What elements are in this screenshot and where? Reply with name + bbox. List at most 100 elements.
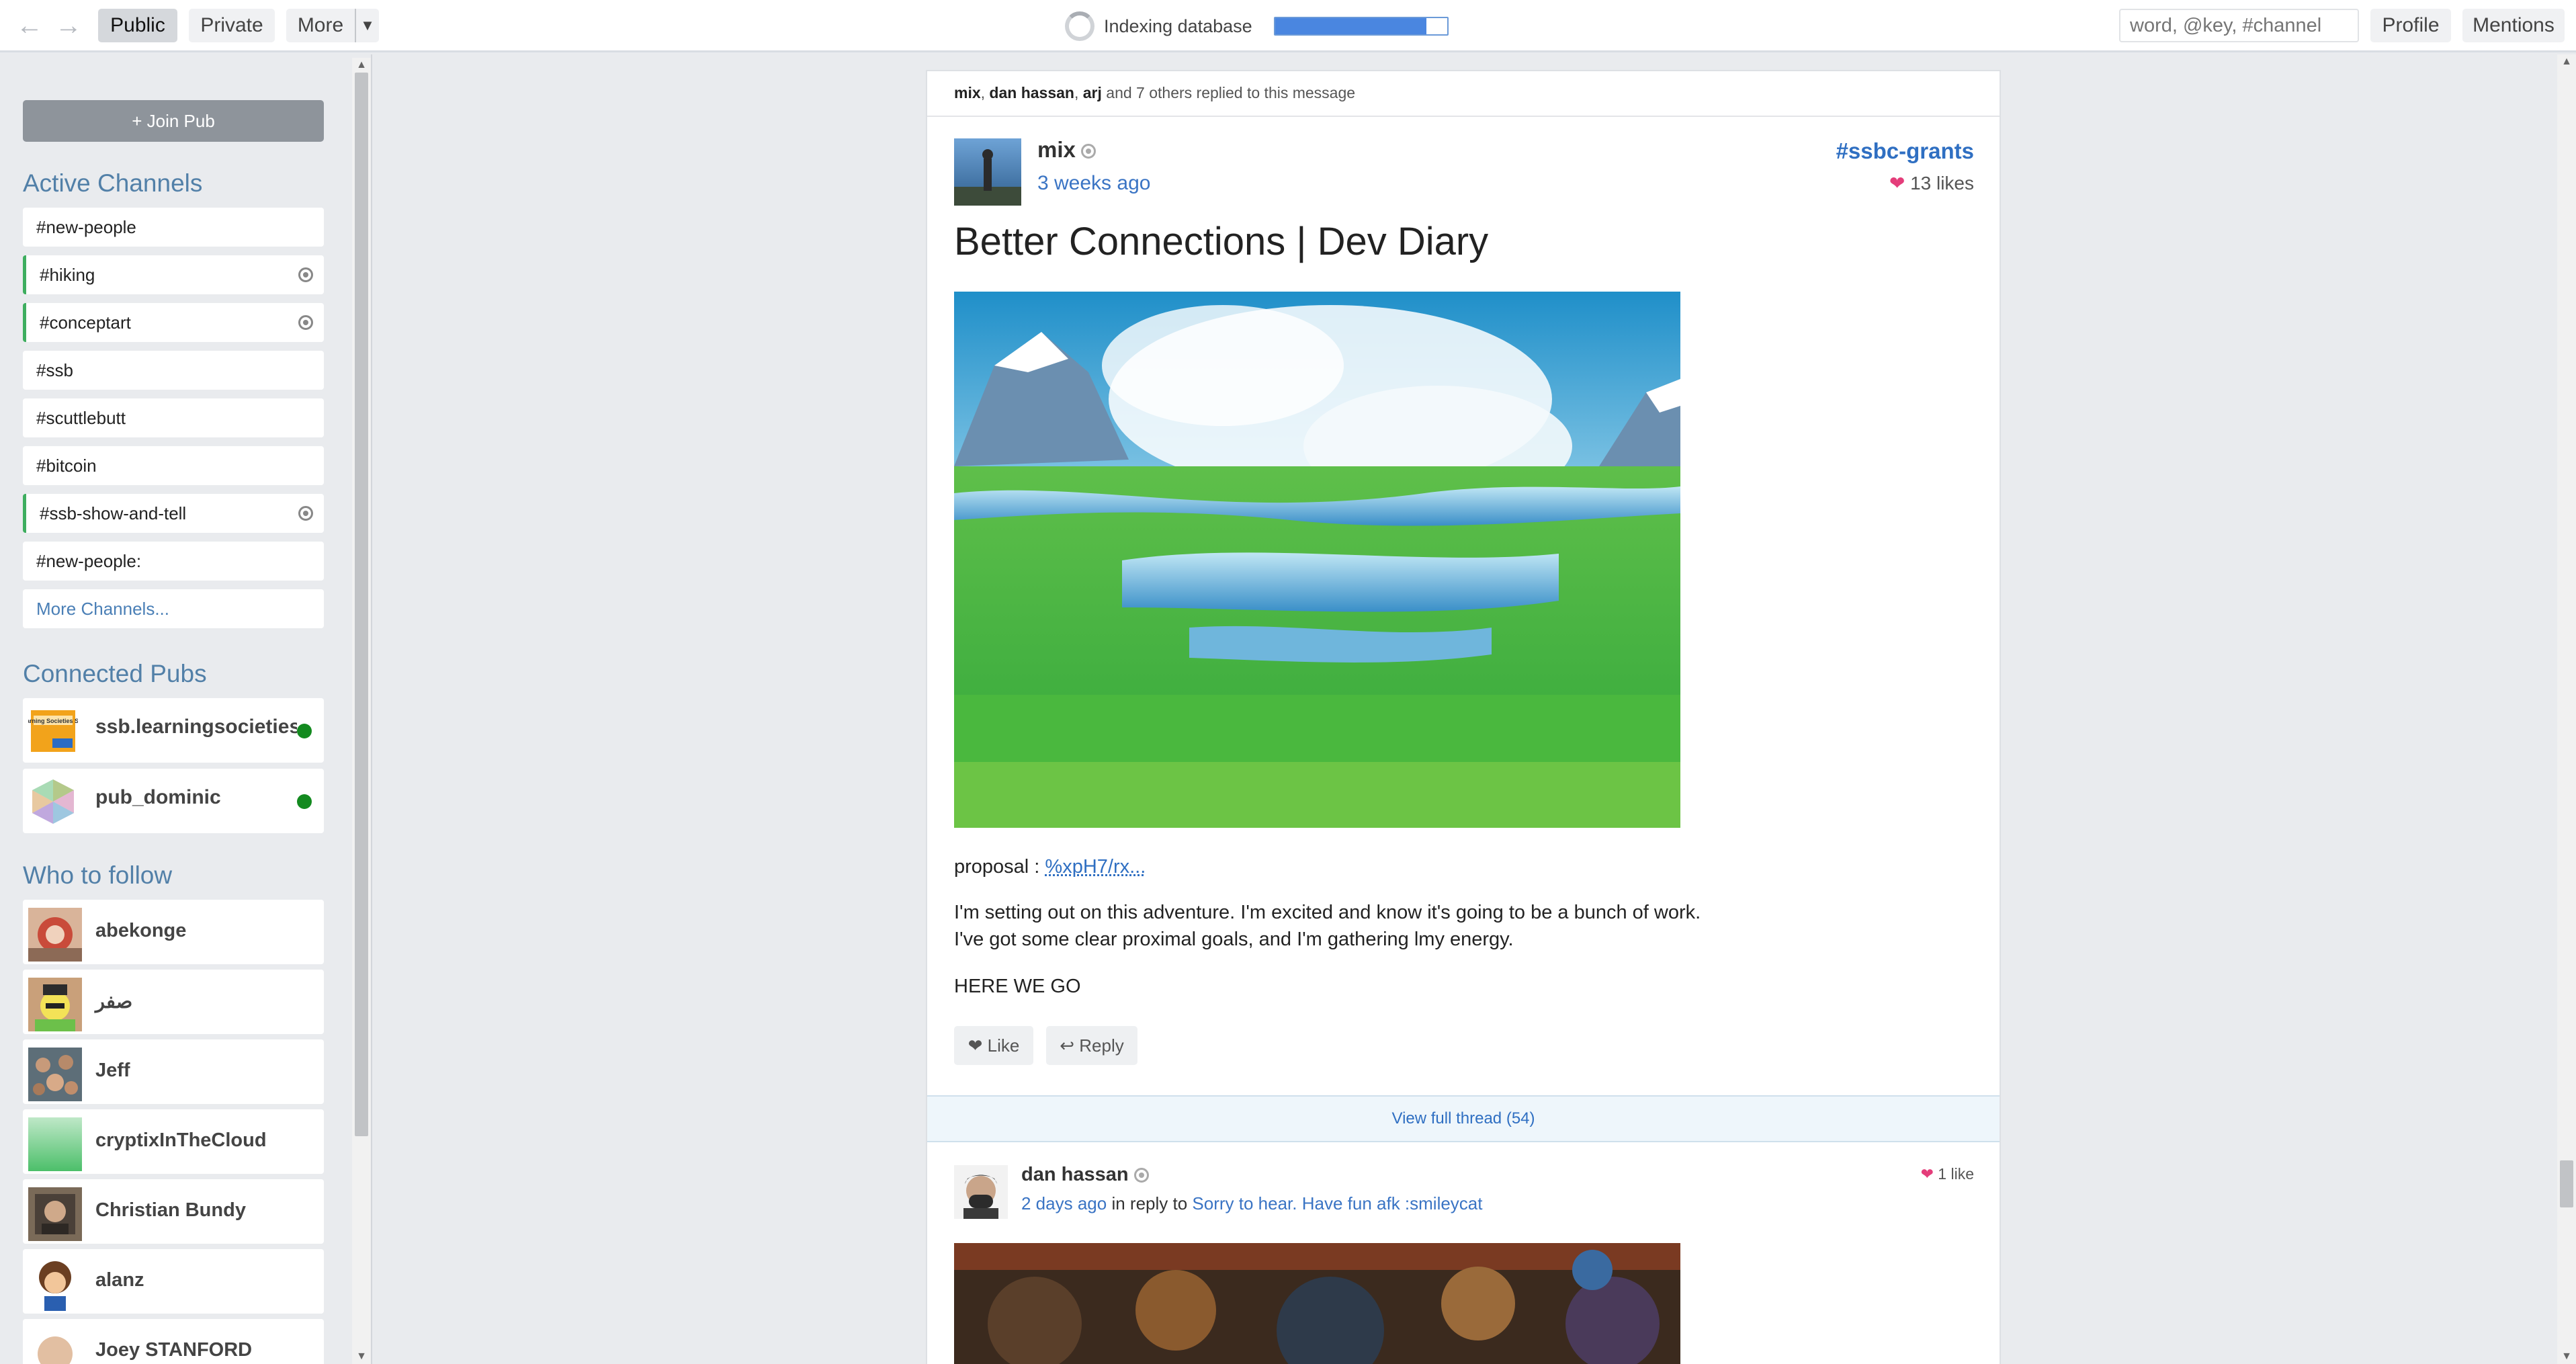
channel-name: #ssb-show-and-tell (40, 503, 187, 523)
caret-down-icon[interactable]: ▼ (355, 9, 379, 42)
replied-suffix: and 7 others replied to this message (1106, 84, 1356, 101)
author-name-text: mix (1037, 137, 1076, 162)
avatar (28, 1257, 82, 1311)
reply-timestamp[interactable]: 2 days ago (1021, 1193, 1107, 1213)
pub-name: pub_dominic (95, 786, 221, 808)
channel-item[interactable]: #bitcoin (23, 446, 324, 485)
back-arrow-icon[interactable]: ← (13, 9, 46, 42)
proposal-label: proposal : (954, 856, 1040, 878)
post-body-line: I'm setting out on this adventure. I'm e… (954, 902, 1701, 923)
profile-button[interactable]: Profile (2370, 9, 2451, 42)
sidebar: + Join Pub Active Channels #new-people #… (0, 54, 372, 1364)
online-status-icon (297, 794, 312, 809)
follow-item[interactable]: صفر (23, 970, 324, 1034)
reply-likes-count: ❤ 1 like (1921, 1165, 1974, 1183)
follow-item[interactable]: Joey STANFORD (23, 1319, 324, 1364)
post-image[interactable] (954, 292, 1680, 828)
forward-arrow-icon[interactable]: → (52, 9, 85, 42)
channel-name: #hiking (40, 265, 95, 285)
search-input[interactable] (2119, 9, 2359, 42)
channel-name: #bitcoin (36, 456, 97, 476)
tab-more[interactable]: More (286, 9, 355, 42)
follow-status-icon (1133, 1168, 1149, 1183)
proposal-link[interactable]: %xpH7/rx... (1045, 856, 1146, 878)
join-pub-button[interactable]: + Join Pub (23, 100, 324, 142)
online-status-icon (297, 724, 312, 738)
pub-logo-text: Learning Societies SSB (28, 718, 78, 724)
top-bar: ← → Public Private More ▼ Indexing datab… (0, 0, 2576, 52)
reply-author-name-text: dan hassan (1021, 1164, 1129, 1185)
avatar (28, 1327, 82, 1364)
follow-name: alanz (95, 1269, 144, 1291)
post-body-line: I've got some clear proximal goals, and … (954, 929, 1514, 950)
pub-item[interactable]: Learning Societies SSB ssb.learningsocie… (23, 698, 324, 763)
in-reply-to-label: in reply to (1111, 1193, 1188, 1213)
avatar (28, 1117, 82, 1171)
follow-name: Christian Bundy (95, 1199, 246, 1221)
channel-item[interactable]: #scuttlebutt (23, 398, 324, 437)
subscribed-icon (298, 267, 313, 282)
indexing-progress-fill (1275, 18, 1426, 34)
reply-button[interactable]: ↩ Reply (1046, 1026, 1137, 1065)
reply-author-name[interactable]: dan hassan (1021, 1164, 1149, 1186)
scroll-down-icon[interactable]: ▼ (2561, 1351, 2572, 1363)
scroll-up-icon[interactable]: ▲ (356, 59, 367, 71)
tab-public[interactable]: Public (98, 9, 177, 42)
channel-item[interactable]: #ssb (23, 351, 324, 390)
follow-item[interactable]: abekonge (23, 900, 324, 964)
post-title: Better Connections | Dev Diary (954, 220, 1489, 263)
tab-private[interactable]: Private (189, 9, 275, 42)
post-body-line: HERE WE GO (954, 976, 1081, 997)
follow-name: Joey STANFORD (95, 1339, 253, 1361)
likes-count: ❤ 13 likes (1889, 172, 1974, 194)
replier-name[interactable]: dan hassan (989, 84, 1074, 101)
reply-image[interactable] (954, 1243, 1680, 1364)
like-button[interactable]: ❤ Like (954, 1026, 1033, 1065)
pub-avatar (32, 779, 74, 824)
channel-item[interactable]: #conceptart (23, 303, 324, 342)
main-scroll-thumb[interactable] (2560, 1160, 2573, 1207)
indexing-label: Indexing database (1104, 15, 1252, 36)
follow-item[interactable]: cryptixInTheCloud (23, 1109, 324, 1174)
sidebar-scroll-thumb[interactable] (355, 73, 368, 1136)
channel-name: #ssb (36, 360, 73, 380)
more-channels-link[interactable]: More Channels... (23, 589, 324, 628)
scroll-down-icon[interactable]: ▼ (356, 1351, 367, 1363)
view-full-thread-link[interactable]: View full thread (54) (927, 1095, 2000, 1142)
replier-name[interactable]: arj (1083, 84, 1102, 101)
likes-text: 13 likes (1910, 173, 1974, 194)
channel-item[interactable]: #ssb-show-and-tell (23, 494, 324, 533)
post-timestamp[interactable]: 3 weeks ago (1037, 172, 1150, 195)
author-avatar[interactable] (954, 138, 1021, 206)
avatar (28, 1187, 82, 1241)
heart-icon: ❤ (1889, 173, 1905, 194)
subscribed-icon (298, 506, 313, 521)
who-to-follow-heading: Who to follow (23, 861, 173, 889)
author-name[interactable]: mix (1037, 137, 1096, 163)
main-scrollbar[interactable]: ▲ ▼ (2557, 54, 2576, 1364)
follow-name: abekonge (95, 920, 187, 941)
avatar (28, 1048, 82, 1101)
channel-item[interactable]: #new-people: (23, 542, 324, 581)
channel-name: #new-people: (36, 551, 142, 571)
mentions-button[interactable]: Mentions (2462, 9, 2565, 42)
avatar (28, 908, 82, 962)
channel-item[interactable]: #hiking (23, 255, 324, 294)
replier-name[interactable]: mix (954, 84, 981, 101)
pub-item[interactable]: pub_dominic (23, 769, 324, 833)
pub-logo-avatar: Learning Societies SSB (28, 710, 78, 752)
follow-item[interactable]: Christian Bundy (23, 1179, 324, 1244)
reply-author-avatar[interactable] (954, 1165, 1008, 1219)
channel-item[interactable]: #new-people (23, 208, 324, 247)
in-reply-to-link[interactable]: Sorry to hear. Have fun afk :smileycat (1192, 1193, 1482, 1213)
sidebar-scrollbar[interactable]: ▲ ▼ (352, 58, 371, 1364)
connected-pubs-heading: Connected Pubs (23, 660, 207, 687)
channel-tag[interactable]: #ssbc-grants (1836, 138, 1974, 164)
scroll-up-icon[interactable]: ▲ (2561, 56, 2572, 68)
replied-summary[interactable]: mix, dan hassan, arj and 7 others replie… (927, 71, 2000, 117)
reply-likes-text: 1 like (1938, 1165, 1974, 1183)
follow-item[interactable]: Jeff (23, 1039, 324, 1104)
reply-meta: 2 days ago in reply to Sorry to hear. Ha… (1021, 1193, 1483, 1214)
active-channels-heading: Active Channels (23, 169, 203, 197)
follow-item[interactable]: alanz (23, 1249, 324, 1314)
